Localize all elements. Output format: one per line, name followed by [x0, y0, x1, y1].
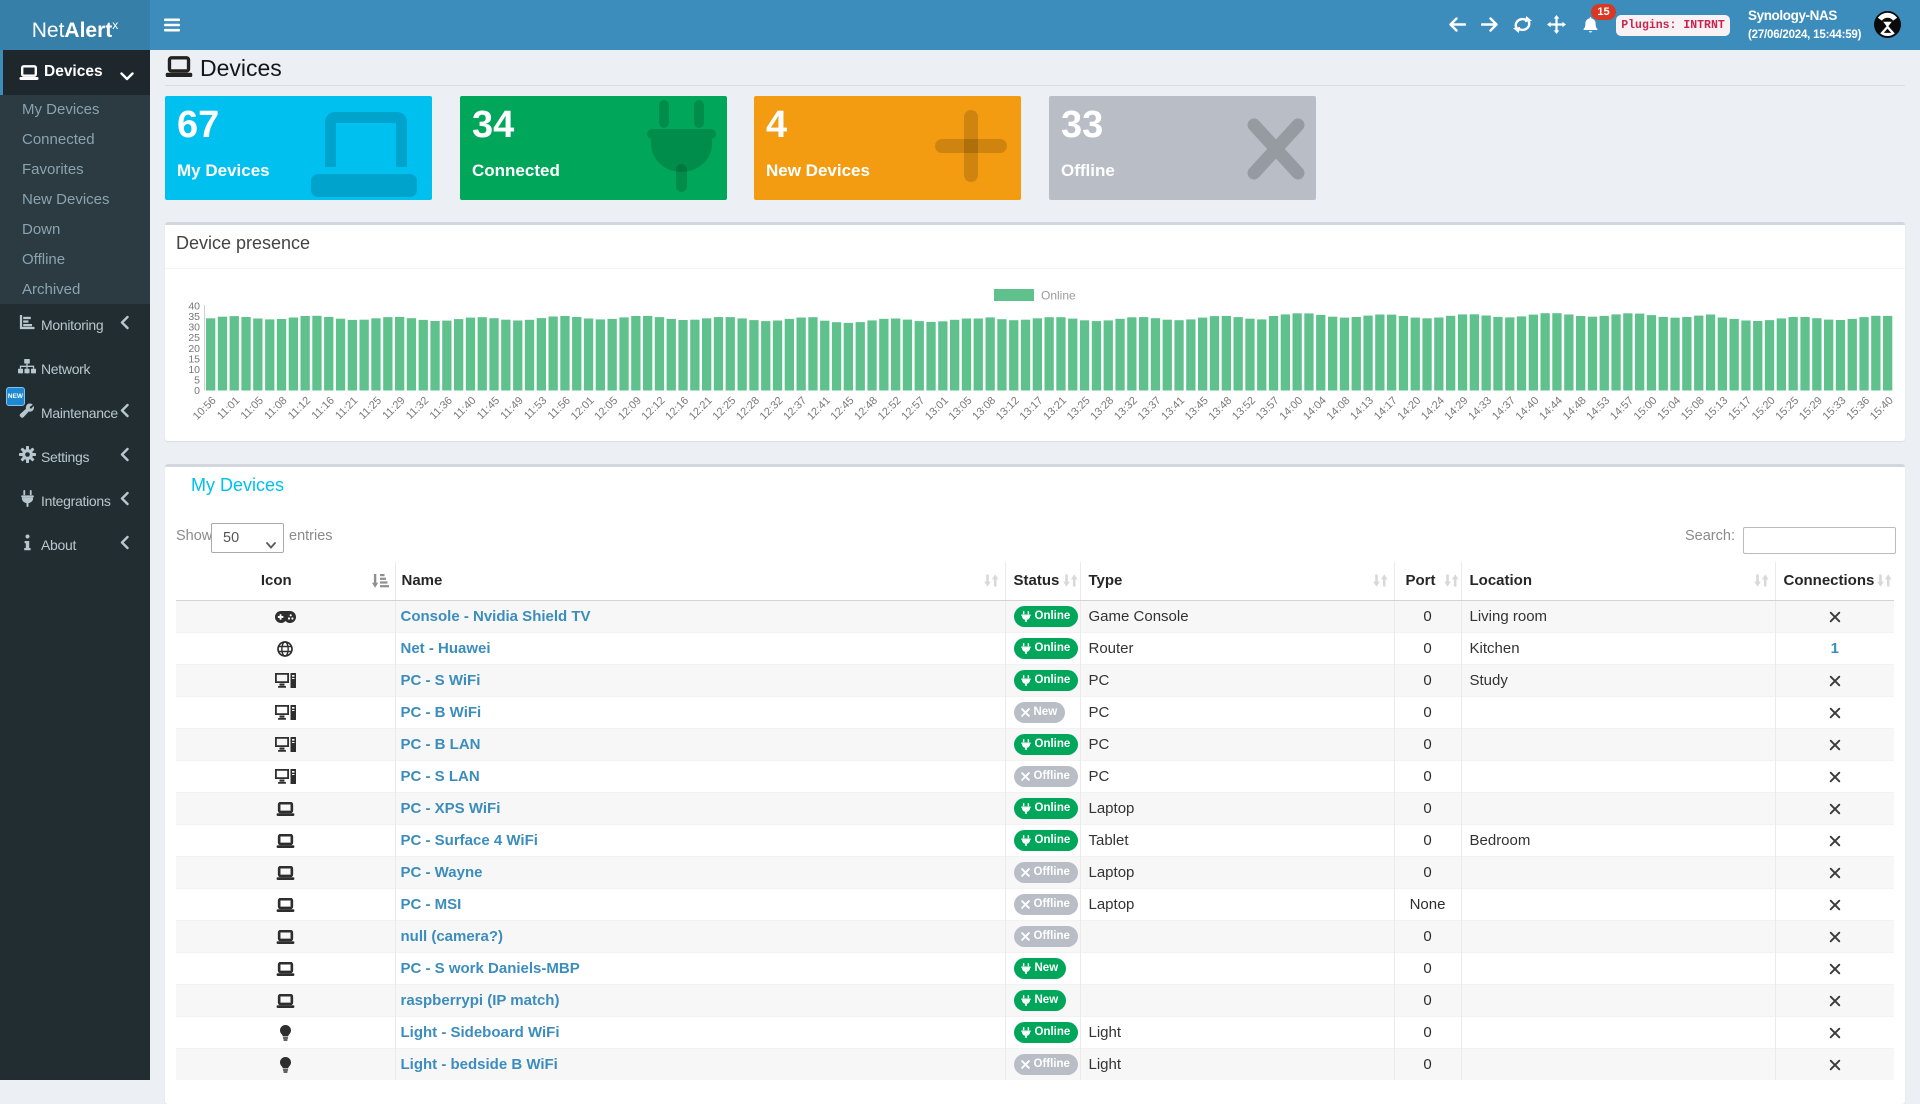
- svg-text:11:36: 11:36: [428, 395, 455, 422]
- svg-text:15:29: 15:29: [1797, 395, 1825, 423]
- svg-text:14:33: 14:33: [1466, 395, 1494, 423]
- svg-text:15:08: 15:08: [1679, 395, 1707, 423]
- svg-text:10: 10: [188, 364, 200, 376]
- svg-text:11:21: 11:21: [333, 395, 360, 422]
- svg-text:15:25: 15:25: [1773, 395, 1801, 423]
- svg-text:11:40: 11:40: [451, 395, 478, 422]
- svg-text:13:28: 13:28: [1088, 395, 1116, 423]
- svg-text:30: 30: [188, 322, 200, 334]
- svg-text:11:45: 11:45: [475, 395, 502, 422]
- svg-text:11:25: 11:25: [357, 395, 384, 422]
- svg-text:12:41: 12:41: [805, 395, 833, 423]
- svg-text:15:13: 15:13: [1702, 395, 1730, 423]
- svg-text:14:24: 14:24: [1419, 395, 1447, 423]
- svg-text:11:12: 11:12: [286, 395, 313, 422]
- svg-text:14:57: 14:57: [1608, 395, 1636, 423]
- svg-text:11:05: 11:05: [239, 395, 266, 422]
- svg-text:11:53: 11:53: [522, 395, 549, 422]
- svg-text:15:04: 15:04: [1655, 395, 1683, 423]
- svg-text:13:05: 13:05: [947, 395, 975, 423]
- svg-text:12:05: 12:05: [592, 395, 620, 423]
- svg-text:12:25: 12:25: [710, 395, 738, 423]
- svg-text:11:56: 11:56: [546, 395, 573, 422]
- svg-text:13:41: 13:41: [1159, 395, 1187, 423]
- svg-text:12:16: 12:16: [663, 395, 691, 423]
- svg-text:15: 15: [188, 353, 200, 365]
- svg-text:25: 25: [188, 332, 200, 344]
- svg-text:12:09: 12:09: [616, 395, 644, 423]
- svg-text:11:49: 11:49: [498, 395, 525, 422]
- svg-text:13:12: 13:12: [994, 395, 1022, 423]
- svg-text:15:00: 15:00: [1632, 395, 1660, 423]
- svg-text:12:45: 12:45: [829, 395, 857, 423]
- svg-text:14:00: 14:00: [1277, 395, 1305, 423]
- svg-text:13:21: 13:21: [1041, 395, 1069, 423]
- svg-text:13:52: 13:52: [1230, 395, 1258, 423]
- svg-text:0: 0: [194, 385, 200, 397]
- svg-text:14:20: 14:20: [1395, 395, 1423, 423]
- svg-text:14:17: 14:17: [1372, 395, 1400, 423]
- svg-text:13:17: 13:17: [1018, 395, 1046, 423]
- svg-text:14:29: 14:29: [1443, 395, 1471, 423]
- svg-text:11:32: 11:32: [404, 395, 431, 422]
- svg-text:12:28: 12:28: [734, 395, 762, 423]
- svg-text:12:37: 12:37: [781, 395, 809, 423]
- svg-text:13:25: 13:25: [1065, 395, 1093, 423]
- svg-text:15:33: 15:33: [1821, 395, 1849, 423]
- svg-text:12:21: 12:21: [687, 395, 715, 423]
- svg-text:14:04: 14:04: [1301, 395, 1329, 423]
- svg-text:15:40: 15:40: [1868, 395, 1896, 423]
- svg-text:11:01: 11:01: [215, 395, 242, 422]
- svg-text:15:17: 15:17: [1726, 395, 1754, 423]
- svg-text:14:13: 14:13: [1348, 395, 1376, 423]
- svg-text:20: 20: [188, 343, 200, 355]
- svg-text:12:12: 12:12: [640, 395, 668, 423]
- svg-text:13:37: 13:37: [1136, 395, 1164, 423]
- svg-text:11:16: 11:16: [310, 395, 337, 422]
- svg-text:14:37: 14:37: [1490, 395, 1518, 423]
- svg-text:5: 5: [194, 375, 200, 387]
- svg-text:13:45: 13:45: [1183, 395, 1211, 423]
- svg-text:13:32: 13:32: [1112, 395, 1140, 423]
- svg-text:12:48: 12:48: [852, 395, 880, 423]
- svg-text:13:57: 13:57: [1254, 395, 1282, 423]
- svg-text:13:01: 13:01: [923, 395, 951, 423]
- svg-text:10:56: 10:56: [191, 395, 219, 423]
- svg-text:12:32: 12:32: [758, 395, 786, 423]
- svg-text:15:36: 15:36: [1844, 395, 1872, 423]
- svg-text:12:57: 12:57: [899, 395, 927, 423]
- svg-text:14:08: 14:08: [1325, 395, 1353, 423]
- svg-text:14:53: 14:53: [1584, 395, 1612, 423]
- svg-text:12:01: 12:01: [569, 395, 597, 423]
- svg-text:40: 40: [188, 301, 200, 313]
- svg-text:14:44: 14:44: [1537, 395, 1565, 423]
- svg-text:13:08: 13:08: [970, 395, 998, 423]
- svg-text:Online: Online: [1041, 289, 1076, 303]
- svg-text:13:48: 13:48: [1206, 395, 1234, 423]
- svg-text:15:20: 15:20: [1750, 395, 1778, 423]
- svg-text:11:29: 11:29: [380, 395, 407, 422]
- svg-text:14:40: 14:40: [1514, 395, 1542, 423]
- svg-text:12:52: 12:52: [876, 395, 904, 423]
- svg-text:35: 35: [188, 311, 200, 323]
- svg-text:11:08: 11:08: [262, 395, 289, 422]
- svg-text:14:48: 14:48: [1561, 395, 1589, 423]
